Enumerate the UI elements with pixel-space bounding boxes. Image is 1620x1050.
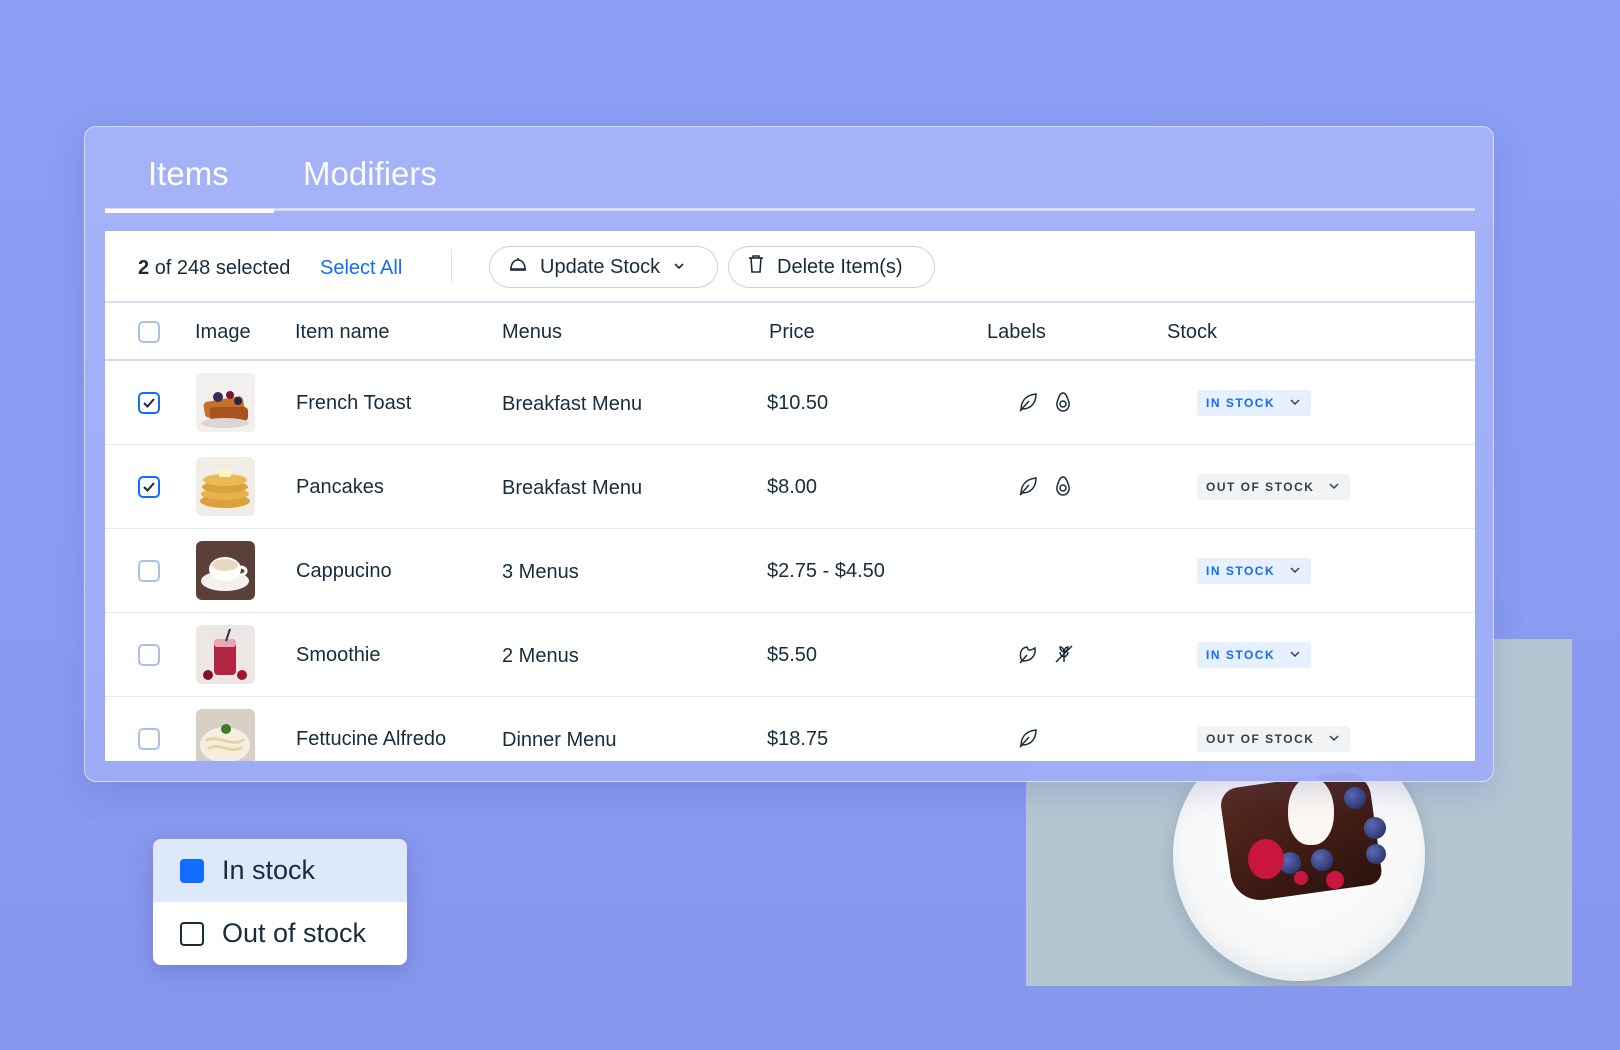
avocado-icon (1054, 475, 1072, 502)
item-image-french-toast (196, 373, 255, 432)
items-card: Items Modifiers 2 of 248 selected Select… (84, 126, 1494, 782)
selection-number: 2 (138, 257, 150, 279)
leaf-icon (1018, 475, 1038, 502)
stock-status-label: IN STOCK (1206, 564, 1276, 578)
item-price: $2.75 - $4.50 (767, 560, 885, 582)
select-all-link[interactable]: Select All (320, 257, 402, 280)
stock-status-badge[interactable]: IN STOCK (1197, 558, 1312, 584)
tab-items[interactable]: Items (105, 155, 274, 213)
item-menus: 3 Menus (502, 561, 579, 583)
table-header: Image Item name Menus Price Labels Stock (105, 303, 1475, 361)
item-image-pancakes (196, 457, 255, 516)
table-row[interactable]: Smoothie 2 Menus $5.50 IN STOCK (105, 613, 1475, 697)
heart-leaf-icon (1018, 643, 1038, 670)
avocado-icon (1054, 391, 1072, 418)
stock-status-label: IN STOCK (1206, 396, 1276, 410)
sauce-drop (1248, 839, 1284, 879)
selection-text: of 248 selected (154, 257, 291, 279)
trash-icon (747, 254, 765, 280)
table-row[interactable]: French Toast Breakfast Menu $10.50 IN ST… (105, 361, 1475, 445)
sauce-drop (1294, 871, 1308, 885)
stock-status-label: OUT OF STOCK (1206, 480, 1315, 494)
update-stock-button[interactable]: Update Stock (489, 246, 718, 288)
stock-status-badge[interactable]: IN STOCK (1197, 390, 1312, 416)
item-name[interactable]: Pancakes (296, 476, 384, 499)
column-header-item-name[interactable]: Item name (295, 321, 389, 344)
item-menus: Breakfast Menu (502, 393, 643, 415)
item-name[interactable]: Fettucine Alfredo (296, 728, 446, 751)
blueberry (1344, 787, 1366, 809)
item-name[interactable]: Smoothie (296, 644, 381, 667)
checkbox-unchecked-icon (180, 921, 204, 946)
chevron-down-icon (672, 256, 686, 279)
item-labels (1018, 643, 1074, 670)
sauce-drop (1326, 871, 1344, 889)
row-checkbox[interactable] (138, 644, 160, 666)
bulk-actions-toolbar: 2 of 248 selected Select All Update Stoc… (105, 231, 1475, 303)
row-checkbox[interactable] (138, 728, 160, 750)
stock-status-badge[interactable]: IN STOCK (1197, 642, 1312, 668)
column-header-labels: Labels (987, 321, 1046, 343)
row-checkbox[interactable] (138, 560, 160, 582)
item-name[interactable]: Cappucino (296, 560, 392, 583)
stock-dropdown: In stock Out of stock (153, 839, 407, 965)
chevron-down-icon (1289, 648, 1301, 663)
item-image-cappucino (196, 541, 255, 600)
column-header-menus[interactable]: Menus (502, 321, 562, 344)
column-header-price[interactable]: Price (769, 321, 815, 344)
item-price: $5.50 (767, 644, 818, 666)
leaf-icon (1018, 727, 1038, 754)
delete-items-label: Delete Item(s) (777, 255, 903, 278)
item-labels (1018, 391, 1072, 418)
chevron-down-icon (1289, 396, 1301, 411)
gluten-free-icon (1054, 643, 1074, 670)
blueberry (1364, 817, 1386, 839)
item-price: $10.50 (767, 392, 829, 414)
stock-status-label: OUT OF STOCK (1206, 732, 1315, 746)
cream (1288, 777, 1334, 845)
delete-items-button[interactable]: Delete Item(s) (728, 246, 935, 288)
dropdown-option-label: In stock (222, 855, 316, 885)
chevron-down-icon (1328, 732, 1340, 747)
toolbar-divider (451, 249, 452, 283)
item-labels (1018, 475, 1072, 502)
stock-status-badge[interactable]: OUT OF STOCK (1197, 726, 1351, 752)
dropdown-option-label: Out of stock (222, 918, 367, 948)
cloche-icon (508, 254, 528, 280)
stock-status-label: IN STOCK (1206, 648, 1276, 662)
item-price: $18.75 (767, 728, 829, 750)
update-stock-label: Update Stock (540, 255, 661, 278)
checkbox-checked-icon (180, 858, 204, 883)
chevron-down-icon (1289, 564, 1301, 579)
table-row[interactable]: Cappucino 3 Menus $2.75 - $4.50 IN STOCK (105, 529, 1475, 613)
column-header-image: Image (195, 321, 251, 343)
item-name[interactable]: French Toast (296, 392, 411, 415)
dropdown-option-out-of-stock[interactable]: Out of stock (153, 902, 407, 965)
table-row[interactable]: Pancakes Breakfast Menu $8.00 OUT OF STO… (105, 445, 1475, 529)
column-header-stock[interactable]: Stock (1167, 321, 1217, 344)
item-menus: Breakfast Menu (502, 477, 643, 499)
item-menus: Dinner Menu (502, 729, 617, 751)
row-checkbox[interactable] (138, 392, 160, 414)
chevron-down-icon (1328, 480, 1340, 495)
item-labels (1018, 727, 1038, 754)
table-row[interactable]: Fettucine Alfredo Dinner Menu $18.75 OUT… (105, 697, 1475, 761)
tab-bar: Items Modifiers (105, 127, 1475, 213)
selection-count: 2 of 248 selected (138, 257, 290, 280)
select-all-checkbox[interactable] (138, 321, 160, 343)
item-image-smoothie (196, 625, 255, 684)
item-price: $8.00 (767, 476, 818, 498)
blueberry (1366, 844, 1386, 864)
dropdown-option-in-stock[interactable]: In stock (153, 839, 407, 902)
item-menus: 2 Menus (502, 645, 579, 667)
tab-modifiers[interactable]: Modifiers (303, 155, 437, 193)
leaf-icon (1018, 391, 1038, 418)
items-table: 2 of 248 selected Select All Update Stoc… (105, 231, 1475, 761)
row-checkbox[interactable] (138, 476, 160, 498)
stock-status-badge[interactable]: OUT OF STOCK (1197, 474, 1351, 500)
blueberry (1311, 849, 1333, 871)
item-image-fettucine (196, 709, 255, 761)
